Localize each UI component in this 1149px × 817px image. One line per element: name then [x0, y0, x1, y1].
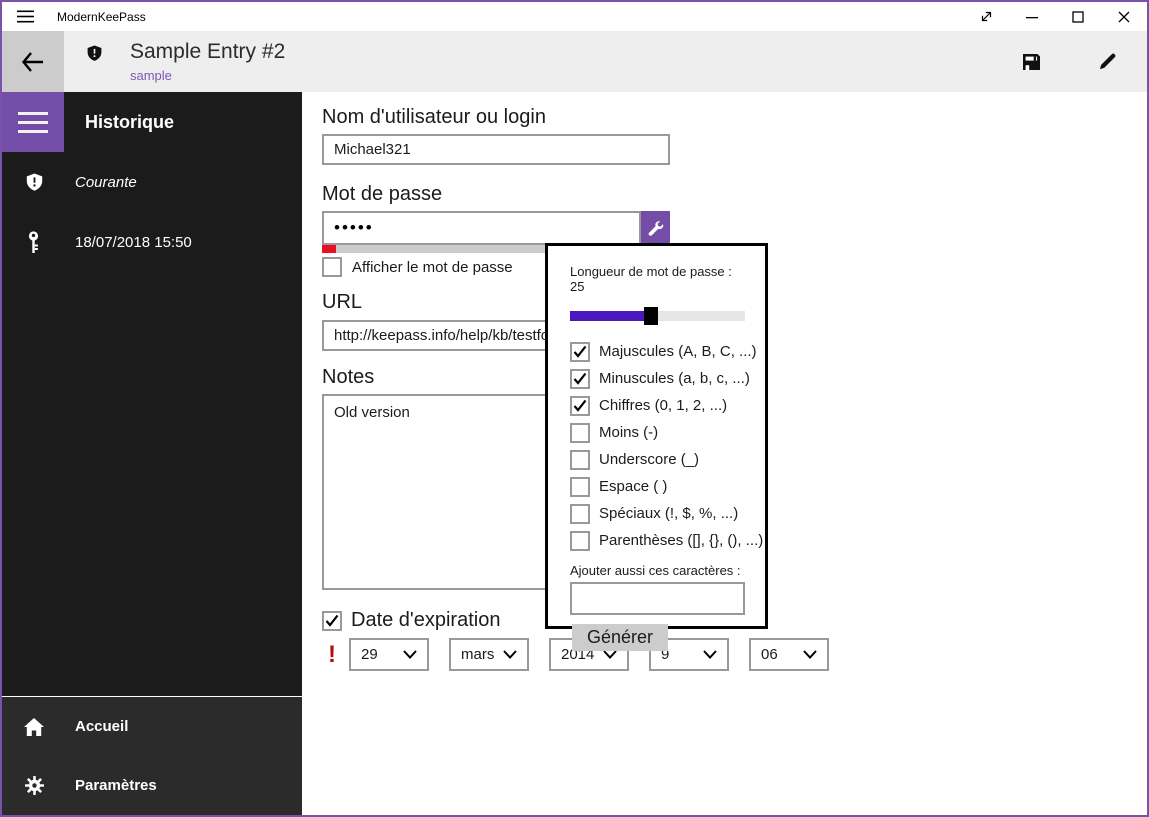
titlebar-hamburger-icon[interactable] — [2, 2, 48, 31]
charset-option[interactable]: Underscore (_) — [570, 446, 743, 473]
length-slider[interactable] — [570, 307, 745, 325]
checkbox-box[interactable] — [570, 341, 590, 362]
gear-icon — [24, 776, 44, 795]
maximize-button[interactable] — [1055, 2, 1101, 31]
show-password-label: Afficher le mot de passe — [352, 258, 513, 276]
sidebar-item-accueil[interactable]: Accueil — [2, 697, 302, 756]
checkbox-box[interactable] — [570, 449, 590, 470]
length-label: Longueur de mot de passe : 25 — [570, 264, 732, 294]
charset-option-label: Moins (-) — [599, 424, 659, 441]
chevron-down-icon — [703, 650, 717, 659]
checkbox-box[interactable] — [570, 503, 590, 524]
charset-option[interactable]: Minuscules (a, b, c, ...) — [570, 365, 750, 392]
password-generator-popup: Longueur de mot de passe : 25 Majuscules… — [545, 243, 768, 651]
checkbox-box[interactable] — [570, 530, 590, 551]
chevron-down-icon — [603, 650, 617, 659]
group-link[interactable]: sample — [130, 68, 285, 83]
fullscreen-icon[interactable] — [963, 2, 1009, 31]
charset-option-label: Minuscules (a, b, c, ...) — [599, 370, 750, 387]
sidebar-heading: Historique — [85, 111, 175, 132]
wrench-icon — [647, 220, 664, 237]
entry-header: Sample Entry #2 sample — [2, 31, 1147, 92]
sidebar-hamburger-icon[interactable] — [2, 92, 64, 152]
charset-option[interactable]: Majuscules (A, B, C, ...) — [570, 338, 757, 365]
history-item-label: 18/07/2018 15:50 — [75, 233, 192, 251]
app-title: ModernKeePass — [57, 9, 146, 24]
extra-chars-input[interactable] — [570, 582, 745, 615]
charset-option-label: Espace ( ) — [599, 478, 668, 495]
charset-option-label: Underscore (_) — [599, 451, 700, 468]
key-icon — [24, 230, 44, 254]
charset-option-label: Chiffres (0, 1, 2, ...) — [599, 397, 728, 414]
password-label: Mot de passe — [322, 183, 443, 205]
checkbox-box[interactable] — [570, 395, 590, 416]
username-input[interactable] — [322, 134, 670, 165]
edit-button[interactable] — [1083, 31, 1131, 92]
select-value: 06 — [761, 646, 778, 663]
charset-option[interactable]: Espace ( ) — [570, 473, 743, 500]
chevron-down-icon — [503, 650, 517, 659]
sidebar-item-paramtres[interactable]: Paramètres — [2, 756, 302, 815]
select-value: mars — [461, 646, 495, 663]
charset-options: Majuscules (A, B, C, ...) Minuscules (a, … — [570, 338, 763, 554]
charset-option[interactable]: Chiffres (0, 1, 2, ...) — [570, 392, 743, 419]
slider-fill — [570, 311, 651, 321]
generate-password-button[interactable] — [641, 211, 670, 245]
checkbox-box[interactable] — [322, 257, 342, 277]
sidebar-item-label: Paramètres — [75, 777, 157, 794]
checkbox-box[interactable] — [570, 368, 590, 389]
generate-button[interactable]: Générer — [572, 624, 669, 651]
charset-option-label: Parenthèses ([], {}, (), ...) — [599, 532, 764, 549]
history-list: Courante 18/07/2018 15:50 — [2, 152, 302, 272]
date-part-select[interactable]: 06 — [749, 638, 829, 671]
checkbox-box[interactable] — [570, 422, 590, 443]
date-part-select[interactable]: 29 — [349, 638, 429, 671]
shield-icon — [24, 173, 44, 192]
sidebar-item-label: Accueil — [75, 718, 129, 735]
close-button[interactable] — [1101, 2, 1147, 31]
password-input[interactable] — [322, 211, 641, 245]
expiration-label: Date d'expiration — [351, 609, 501, 631]
history-item[interactable]: Courante — [2, 152, 302, 212]
app-window: ModernKeePass Sample Entry #2 sample His… — [0, 0, 1149, 817]
page-title: Sample Entry #2 — [130, 40, 286, 63]
extra-chars-label: Ajouter aussi ces caractères : — [570, 563, 741, 578]
charset-option[interactable]: Spéciaux (!, $, %, ...) — [570, 500, 743, 527]
charset-option[interactable]: Moins (-) — [570, 419, 743, 446]
chevron-down-icon — [403, 650, 417, 659]
chevron-down-icon — [803, 650, 817, 659]
charset-option-label: Spéciaux (!, $, %, ...) — [599, 505, 739, 522]
entry-shield-icon — [86, 45, 103, 92]
history-item-label: Courante — [75, 173, 137, 191]
password-strength-fill — [322, 245, 336, 253]
charset-option-label: Majuscules (A, B, C, ...) — [599, 343, 757, 360]
checkbox-box[interactable] — [570, 476, 590, 497]
back-button[interactable] — [2, 31, 64, 92]
save-button[interactable] — [1007, 31, 1055, 92]
slider-thumb[interactable] — [643, 307, 658, 325]
history-item[interactable]: 18/07/2018 15:50 — [2, 212, 302, 272]
home-icon — [24, 717, 44, 736]
history-sidebar: Historique Courante 18/07/2018 15:50 Accu… — [2, 92, 302, 815]
titlebar: ModernKeePass — [2, 2, 1147, 31]
expired-warning-icon: ! — [328, 641, 336, 668]
charset-option[interactable]: Parenthèses ([], {}, (), ...) — [570, 527, 763, 554]
minimize-button[interactable] — [1009, 2, 1055, 31]
username-label: Nom d'utilisateur ou login — [322, 106, 546, 128]
date-part-select[interactable]: mars — [449, 638, 529, 671]
select-value: 29 — [361, 646, 378, 663]
sidebar-footer: Accueil Paramètres — [2, 697, 302, 815]
checkbox-box[interactable] — [322, 610, 342, 631]
